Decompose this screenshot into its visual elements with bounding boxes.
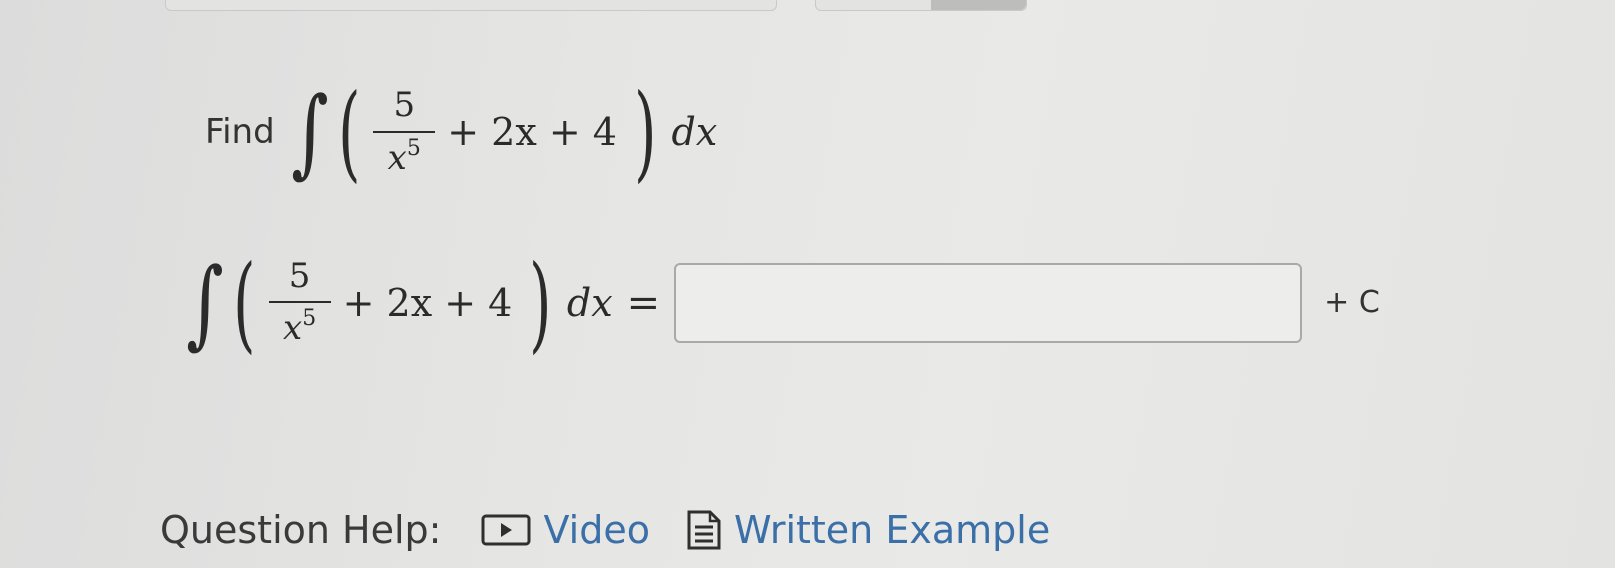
fraction-denominator: x5 — [283, 306, 317, 348]
fraction-denominator: x5 — [387, 135, 421, 178]
rest-terms: + 2x + 4 — [447, 110, 617, 154]
video-play-icon — [481, 513, 531, 547]
close-paren: ) — [634, 71, 657, 193]
question-prompt: Find ∫ ( 5 x5 + 2x + 4 ) dx — [205, 72, 717, 192]
document-icon — [686, 509, 722, 551]
find-label: Find — [205, 112, 275, 152]
equals-sign: = — [626, 279, 661, 326]
top-panel-left — [165, 0, 777, 11]
question-help: Question Help: Video Written Example — [160, 500, 1086, 560]
differential: dx — [671, 110, 718, 154]
fraction-denominator-exp: 5 — [406, 135, 421, 161]
close-paren: ) — [529, 241, 552, 364]
fraction-denominator-var: x — [283, 308, 303, 348]
written-example-link[interactable]: Written Example — [686, 508, 1050, 552]
open-paren: ( — [337, 71, 361, 193]
differential: dx — [566, 280, 613, 325]
open-paren: ( — [233, 241, 256, 364]
top-panel-right-shade — [931, 0, 1026, 10]
fraction-bar — [268, 301, 331, 303]
fraction: 5 x5 — [373, 85, 436, 178]
integral-sign: ∫ — [186, 246, 224, 359]
question-help-label: Question Help: — [160, 508, 442, 552]
fraction-numerator: 5 — [393, 85, 416, 126]
fraction-denominator-exp: 5 — [302, 306, 317, 331]
fraction: 5 x5 — [268, 255, 331, 348]
video-link[interactable]: Video — [481, 508, 650, 552]
fraction-bar — [373, 130, 436, 133]
top-panel-right — [815, 0, 1027, 11]
constant-suffix: + C — [1324, 285, 1380, 320]
answer-input[interactable] — [674, 262, 1303, 343]
fraction-denominator-var: x — [387, 137, 407, 178]
answer-row: ∫ ( 5 x5 + 2x + 4 ) dx = + C — [180, 240, 1380, 365]
fraction-numerator: 5 — [288, 255, 311, 296]
rest-terms: + 2x + 4 — [342, 280, 513, 325]
video-link-label: Video — [543, 508, 650, 552]
written-example-link-label: Written Example — [733, 508, 1051, 552]
integral-sign: ∫ — [290, 76, 329, 188]
